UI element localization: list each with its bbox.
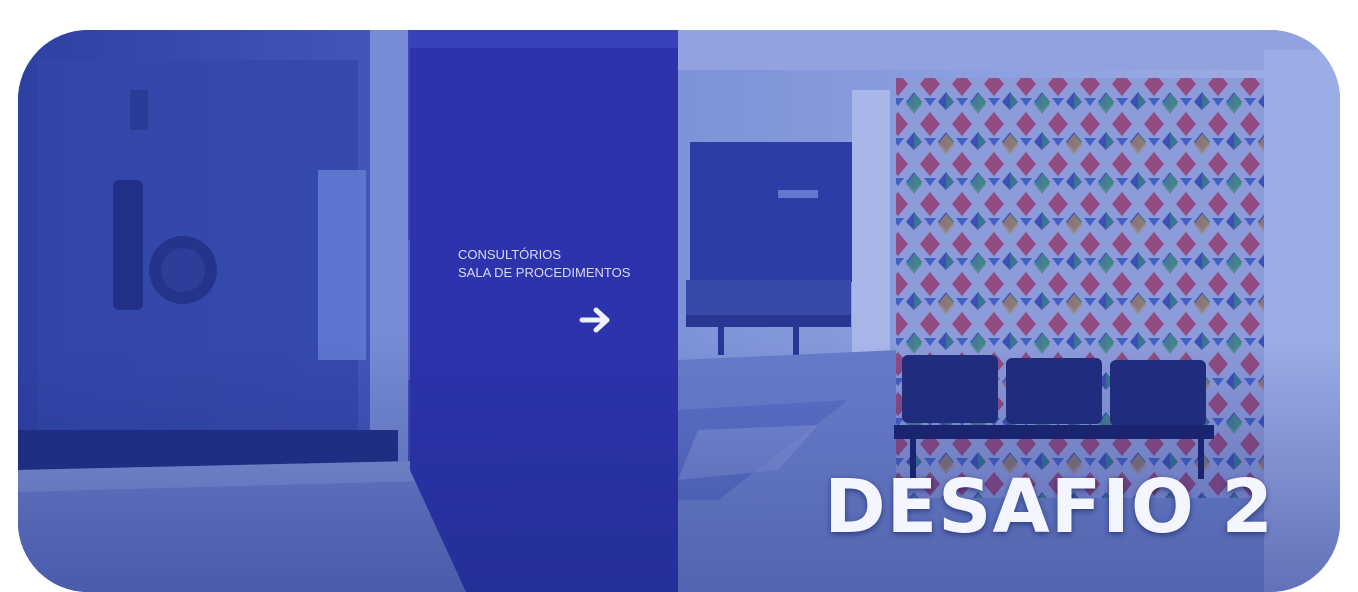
challenge-card[interactable]: CONSULTÓRIOS SALA DE PROCEDIMENTOS DESAF…: [18, 30, 1340, 592]
card-title: DESAFIO 2: [824, 464, 1274, 550]
wall-sign-line-2: SALA DE PROCEDIMENTOS: [458, 265, 631, 280]
wall-sign-line-1: CONSULTÓRIOS: [458, 247, 562, 262]
arrow-right-icon: [579, 307, 610, 333]
wall-sign-text: CONSULTÓRIOS SALA DE PROCEDIMENTOS: [458, 246, 630, 282]
